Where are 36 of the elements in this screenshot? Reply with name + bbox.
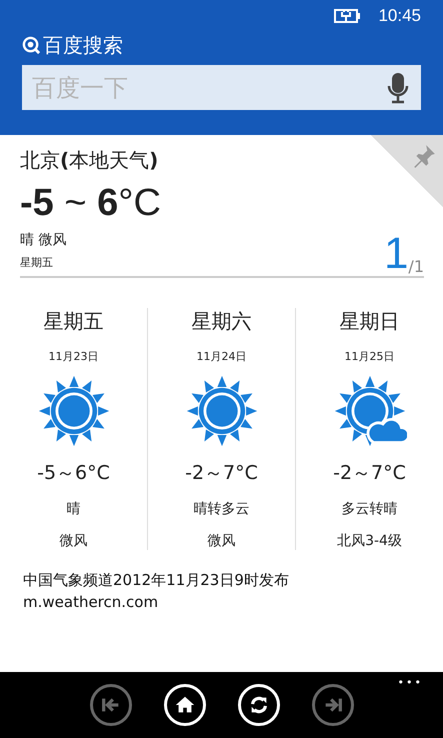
city-title: 北京(本地天气) bbox=[20, 147, 160, 174]
page-number: 1 bbox=[384, 232, 408, 276]
forecast-temperature: -5～6°C bbox=[37, 461, 110, 486]
battery-charging-icon bbox=[334, 8, 362, 24]
sun-icon bbox=[184, 374, 258, 448]
forecast-day: 星期六 bbox=[192, 308, 252, 335]
day-label: 星期五 bbox=[20, 255, 54, 270]
temperature-range: -5 ~ 6°C bbox=[20, 182, 162, 225]
home-button[interactable] bbox=[164, 684, 206, 726]
more-menu[interactable]: ••• bbox=[398, 676, 423, 689]
sun-icon bbox=[36, 374, 110, 448]
forecast-weather: 多云转晴 bbox=[342, 500, 398, 518]
forecast-date: 11月23日 bbox=[48, 349, 98, 364]
search-field[interactable]: 百度一下 bbox=[22, 65, 421, 110]
condition-text: 晴 微风 bbox=[20, 231, 66, 249]
source-link[interactable]: m.weathercn.com bbox=[23, 592, 443, 614]
forecast-weather: 晴转多云 bbox=[194, 500, 250, 518]
forecast-temperature: -2～7°C bbox=[185, 461, 258, 486]
forecast-day: 星期五 bbox=[44, 308, 104, 335]
forecast-date: 11月25日 bbox=[344, 349, 394, 364]
forecast-temperature: -2～7°C bbox=[333, 461, 406, 486]
forecast-day: 星期日 bbox=[340, 308, 400, 335]
forecast-weather: 晴 bbox=[66, 500, 80, 518]
microphone-icon[interactable] bbox=[387, 72, 409, 104]
forecast-wind: 北风3-4级 bbox=[337, 532, 402, 550]
refresh-button[interactable] bbox=[238, 684, 280, 726]
search-field[interactable]: 百度一下 bbox=[30, 72, 387, 102]
forecast-wind: 微风 bbox=[208, 532, 236, 550]
sun-cloud-icon bbox=[332, 374, 406, 448]
forecast-wind: 微风 bbox=[60, 532, 88, 550]
page-total: /1 bbox=[408, 257, 424, 276]
forecast-date: 11月24日 bbox=[196, 349, 246, 364]
clock: 10:45 bbox=[378, 6, 421, 26]
search-logo-icon bbox=[22, 36, 41, 55]
source-text: 中国气象频道2012年11月23日9时发布 bbox=[23, 570, 290, 591]
app-title: 百度搜索 bbox=[43, 32, 123, 59]
